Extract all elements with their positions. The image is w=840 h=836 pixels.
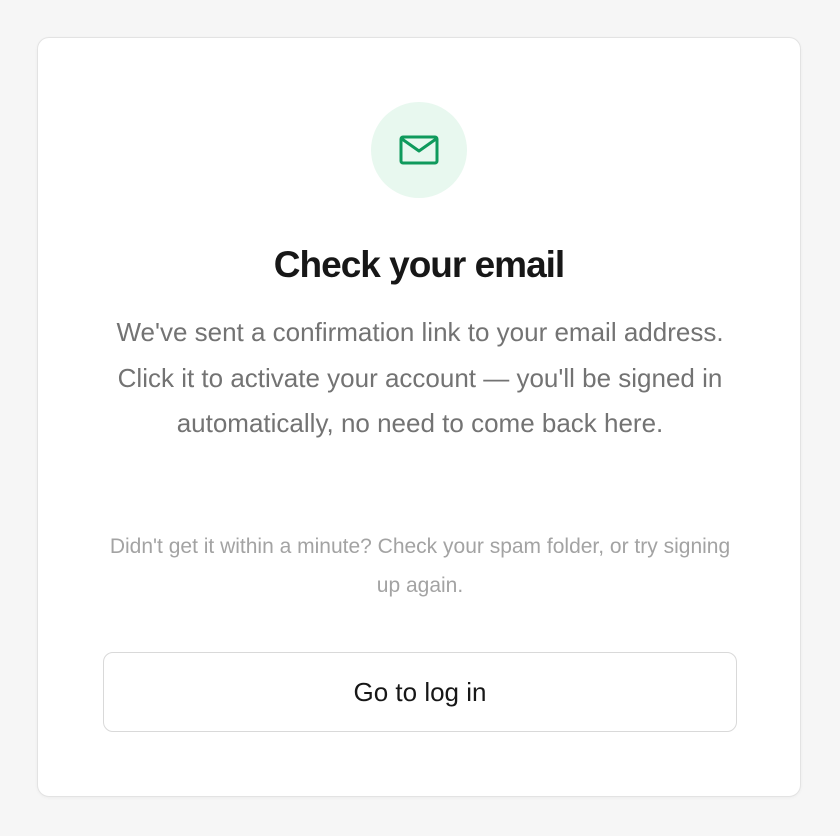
- go-to-login-button[interactable]: Go to log in: [103, 652, 737, 732]
- spam-hint: Didn't get it within a minute? Check you…: [109, 535, 731, 597]
- mail-icon-badge: [371, 102, 467, 198]
- page-title: Check your email: [273, 244, 565, 285]
- confirmation-card: Check your email We've sent a confirmati…: [37, 37, 801, 797]
- confirmation-message: We've sent a confirmation link to your e…: [116, 317, 724, 438]
- mail-icon: [399, 135, 439, 165]
